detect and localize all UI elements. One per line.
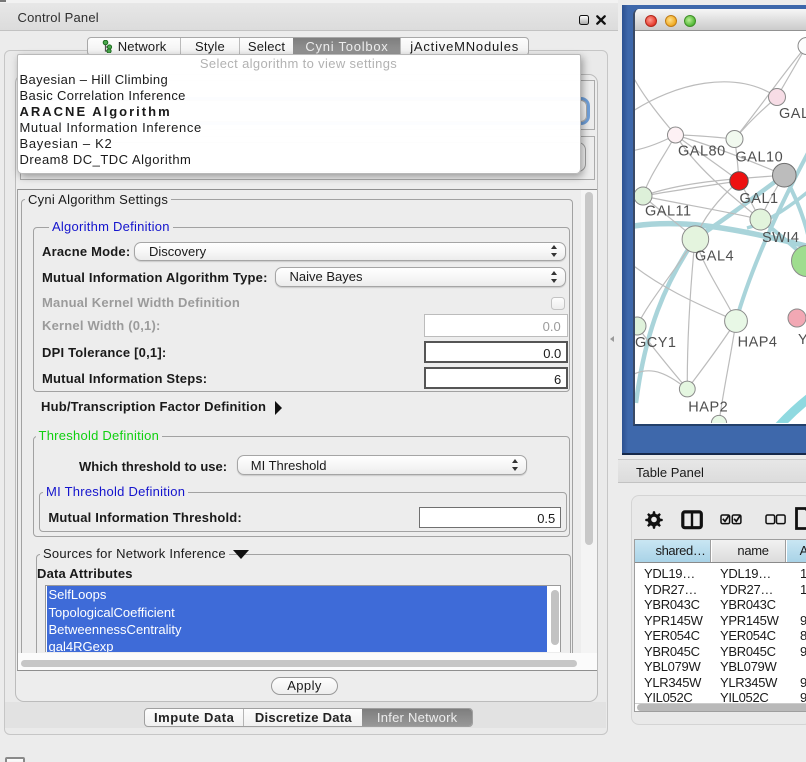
svg-text:HAP2: HAP2 [688, 400, 728, 416]
svg-text:GAL2: GAL2 [779, 106, 806, 122]
svg-text:HAP4: HAP4 [738, 335, 778, 351]
svg-text:GAL10: GAL10 [736, 150, 784, 166]
svg-text:GAL11: GAL11 [645, 204, 692, 220]
svg-text:GCY1: GCY1 [635, 335, 677, 351]
svg-text:GAL1: GAL1 [740, 191, 779, 207]
svg-text:SWI4: SWI4 [762, 230, 799, 246]
svg-text:GAL4: GAL4 [695, 249, 734, 265]
svg-text:GAL80: GAL80 [678, 144, 726, 160]
svg-text:Y: Y [798, 332, 806, 348]
